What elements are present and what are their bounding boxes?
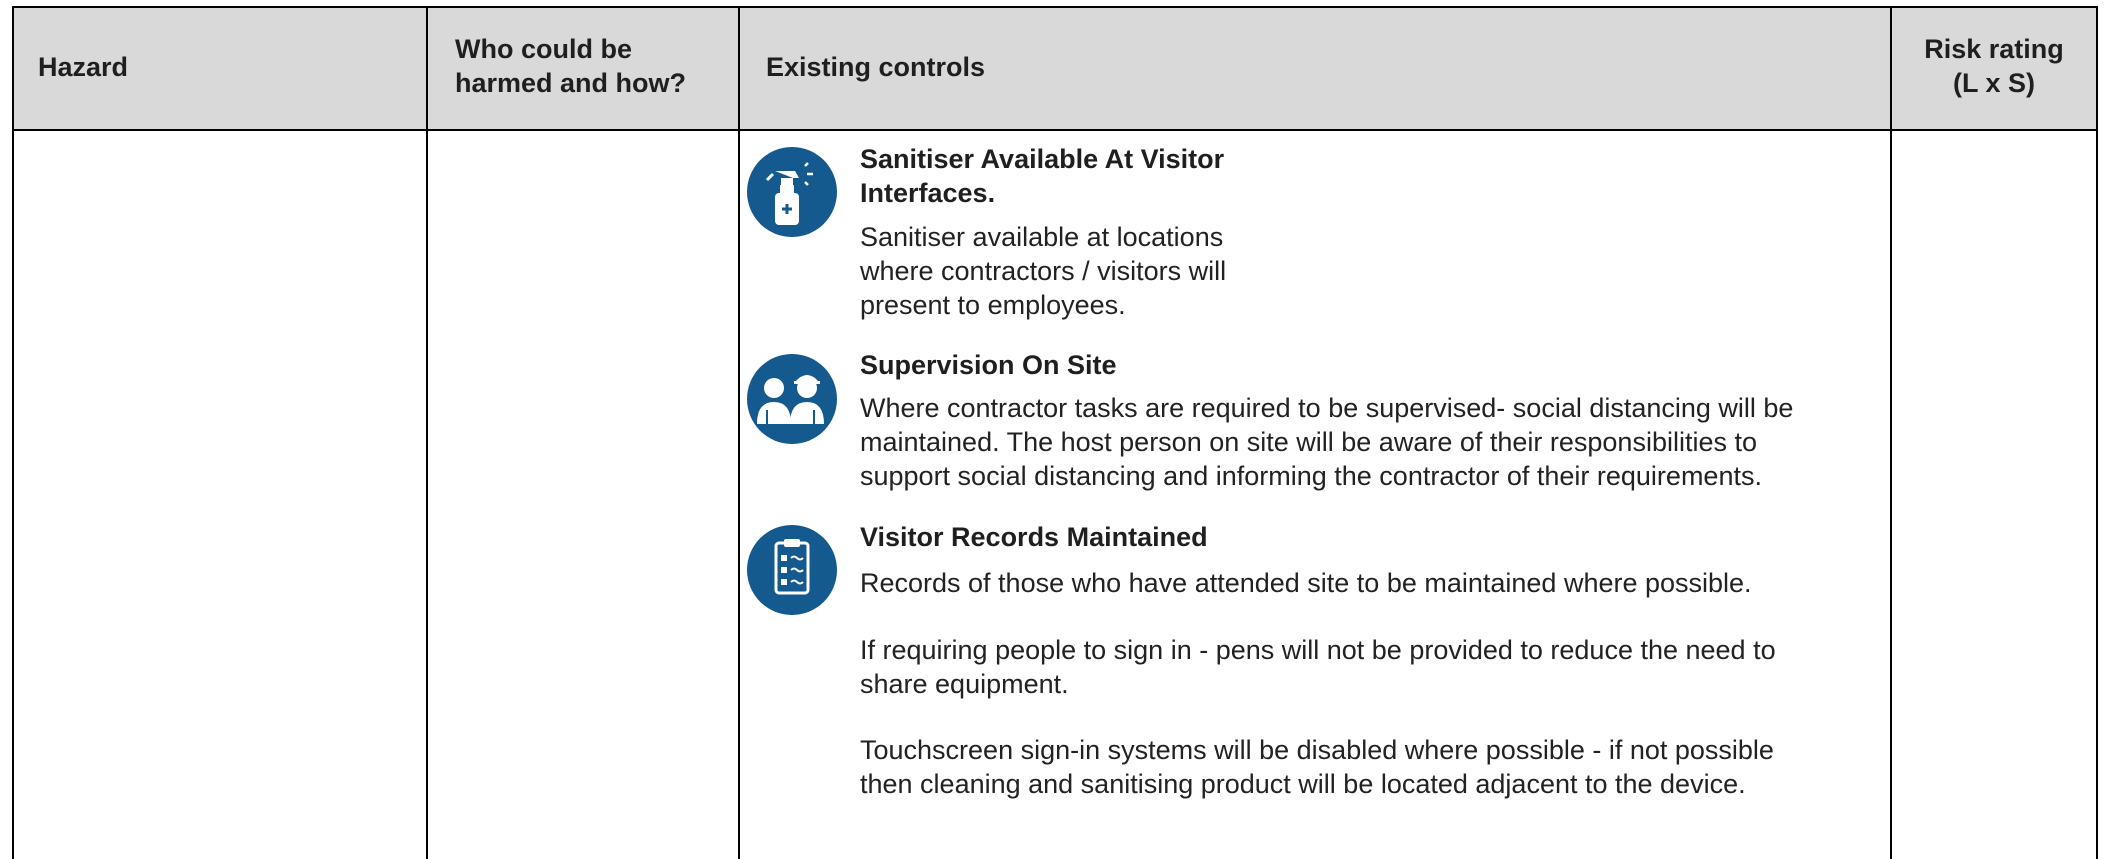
- header-who-line-2: harmed and how?: [455, 68, 687, 98]
- column-divider-1: [426, 6, 428, 859]
- clipboard-checklist-icon: [747, 525, 837, 615]
- header-risk-line-2: (L x S): [1952, 68, 2035, 98]
- control-text-line: Sanitiser available at locations: [860, 222, 1224, 252]
- table-border-top: [12, 6, 2098, 8]
- control-paragraph-line: If requiring people to sign in - pens wi…: [860, 635, 1776, 665]
- control-paragraph-line: Touchscreen sign-in systems will be disa…: [860, 735, 1774, 765]
- control-paragraph-line: Records of those who have attended site …: [860, 568, 1752, 598]
- table-border-right: [2096, 6, 2098, 859]
- control-text-line: maintained. The host person on site will…: [860, 427, 1757, 457]
- control-text-line: where contractors / visitors will: [860, 256, 1227, 286]
- control-text-line: support social distancing and informing …: [860, 461, 1762, 491]
- control-title-line: Interfaces.: [860, 178, 996, 208]
- header-hazard: Hazard: [38, 52, 129, 82]
- control-title-line: Supervision On Site: [860, 350, 1117, 380]
- supervisors-icon: [747, 354, 837, 444]
- header-risk-line-1: Risk rating: [1924, 34, 2064, 64]
- table-border-left: [12, 6, 14, 859]
- table-header-divider: [12, 129, 2098, 131]
- control-title-line: Visitor Records Maintained: [860, 522, 1208, 552]
- control-text-line: Where contractor tasks are required to b…: [860, 393, 1794, 423]
- column-divider-2: [738, 6, 740, 859]
- control-paragraph-line: then cleaning and sanitising product wil…: [860, 769, 1746, 799]
- control-text-line: present to employees.: [860, 290, 1126, 320]
- column-divider-3: [1890, 6, 1892, 859]
- control-paragraph-line: share equipment.: [860, 669, 1069, 699]
- table-header-row: [13, 7, 2097, 129]
- spray-bottle-icon: [747, 147, 837, 237]
- header-who-line-1: Who could be: [455, 34, 632, 64]
- header-existing-controls: Existing controls: [766, 52, 986, 82]
- control-title-line: Sanitiser Available At Visitor: [860, 144, 1225, 174]
